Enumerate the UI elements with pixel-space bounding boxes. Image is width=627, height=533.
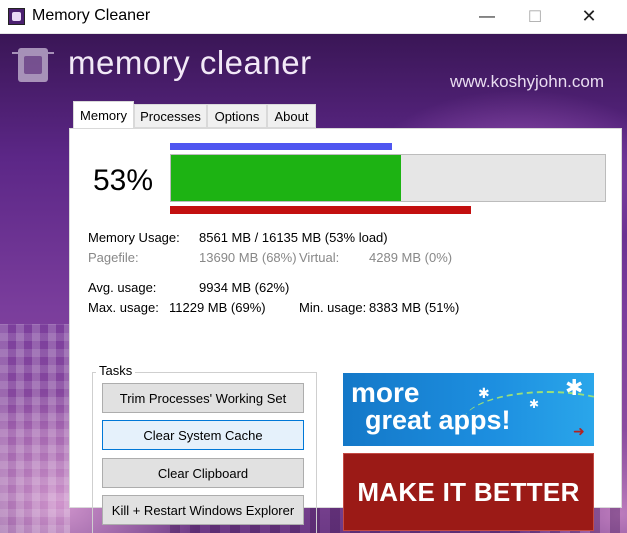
memory-usage-value: 8561 MB / 16135 MB (53% load)	[199, 230, 388, 245]
trim-processes-button[interactable]: Trim Processes' Working Set	[102, 383, 304, 413]
restart-explorer-button[interactable]: Kill + Restart Windows Explorer	[102, 495, 304, 525]
memory-top-bar	[170, 143, 392, 150]
tab-processes[interactable]: Processes	[134, 104, 207, 128]
make-it-better-text: MAKE IT BETTER	[357, 476, 580, 507]
title-bar: Memory Cleaner — ☐ ✕	[0, 0, 627, 34]
memory-chip-icon	[12, 48, 54, 82]
star-icon: ✱	[565, 375, 584, 400]
tab-memory[interactable]: Memory	[73, 101, 134, 128]
memory-load-bar	[170, 154, 606, 202]
more-apps-line2: great apps!	[365, 405, 511, 435]
virtual-label: Virtual:	[299, 250, 340, 265]
star-icon: ✱	[478, 385, 490, 401]
website-link[interactable]: www.koshyjohn.com	[450, 72, 604, 92]
minimize-button[interactable]: —	[464, 0, 510, 33]
maximize-button[interactable]: ☐	[512, 0, 558, 33]
window-title: Memory Cleaner	[32, 7, 151, 24]
memory-load-bar-fill	[171, 155, 401, 201]
app-client-area: memory cleaner www.koshyjohn.com Memory …	[0, 34, 627, 533]
make-it-better-banner[interactable]: MAKE IT BETTER	[343, 453, 594, 531]
pagefile-label: Pagefile:	[88, 250, 139, 265]
avg-usage-label: Avg. usage:	[88, 280, 157, 295]
memory-tab-panel: 53% Memory Usage: 8561 MB / 16135 MB (53…	[69, 128, 622, 533]
min-usage-value: 8383 MB (51%)	[369, 300, 460, 315]
virtual-value: 4289 MB (0%)	[369, 250, 453, 265]
app-icon	[8, 8, 25, 25]
min-usage-label: Min. usage:	[299, 300, 367, 315]
tab-options[interactable]: Options	[207, 104, 267, 128]
max-usage-label: Max. usage:	[88, 300, 159, 315]
max-usage-value: 11229 MB (69%)	[169, 300, 266, 315]
pagefile-value: 13690 MB (68%)	[199, 250, 297, 265]
arrow-right-icon: ➜	[573, 423, 585, 439]
star-icon: ✱	[529, 397, 540, 411]
more-apps-banner[interactable]: ✱ ✱ ✱ more great apps! ➜	[343, 373, 594, 446]
tasks-group-label: Tasks	[96, 363, 136, 378]
decorative-background	[0, 324, 70, 533]
memory-load-percent: 53%	[93, 164, 154, 197]
close-button[interactable]: ✕	[566, 0, 612, 33]
tab-about[interactable]: About	[267, 104, 316, 128]
memory-bottom-bar	[170, 206, 471, 214]
avg-usage-value: 9934 MB (62%)	[199, 280, 290, 295]
brand-title: memory cleaner	[68, 44, 312, 81]
clear-system-cache-button[interactable]: Clear System Cache	[102, 420, 304, 450]
memory-usage-label: Memory Usage:	[88, 230, 180, 245]
clear-clipboard-button[interactable]: Clear Clipboard	[102, 458, 304, 488]
